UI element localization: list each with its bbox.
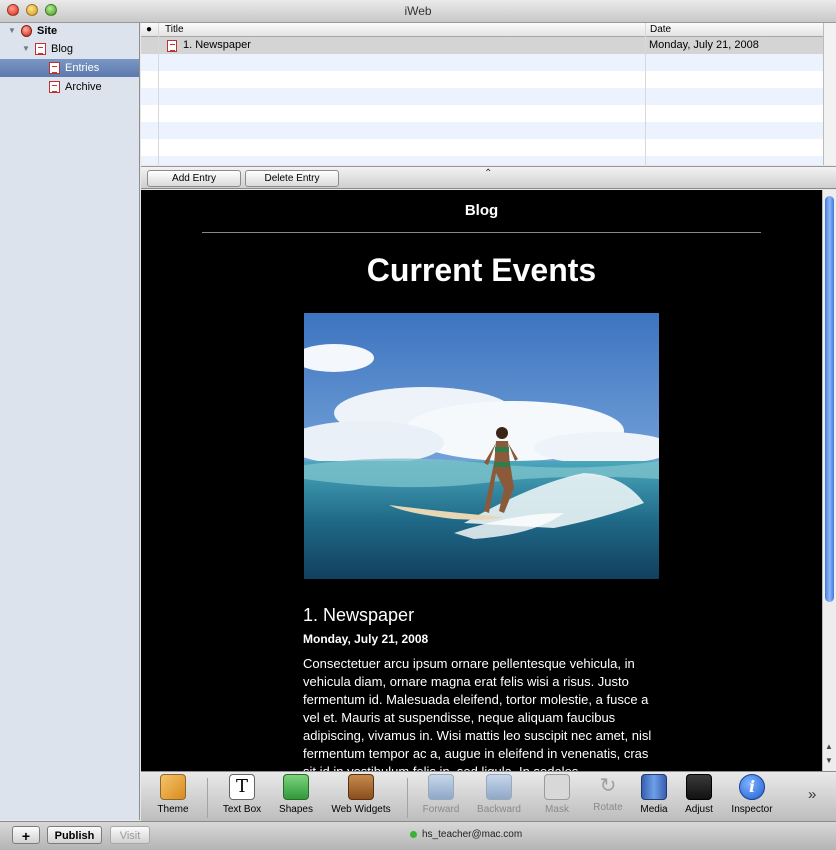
account-status: hs_teacher@mac.com (410, 829, 523, 840)
bottom-bar: + Publish Visit hs_teacher@mac.com (0, 821, 836, 850)
sidebar-item-label: Entries (65, 62, 100, 74)
adjust-label: Adjust (685, 804, 713, 815)
sidebar-item-archive[interactable]: Archive (0, 78, 139, 96)
theme-label: Theme (157, 804, 189, 815)
backward-button[interactable]: Backward (469, 774, 529, 815)
scroll-up-arrow-icon[interactable]: ▲ (825, 742, 833, 751)
visit-button[interactable]: Visit (110, 826, 150, 844)
canvas-scrollbar[interactable]: ▲ ▼ (822, 190, 836, 771)
empty-row (141, 156, 823, 165)
shapes-button[interactable]: Shapes (266, 774, 326, 815)
sidebar-item-label: Blog (51, 43, 74, 55)
entries-page-icon (49, 62, 60, 74)
adjust-icon (686, 774, 712, 800)
heading-divider (202, 232, 761, 233)
shapes-label: Shapes (279, 804, 313, 815)
table-header: ● Title Date (141, 23, 823, 37)
sidebar-item-site[interactable]: ▼ Site (0, 22, 139, 40)
entry-button-bar: Add Entry Delete Entry ⌃ (141, 166, 836, 189)
toolbar-separator (207, 778, 208, 818)
empty-row (141, 71, 823, 88)
info-icon: i (739, 774, 765, 800)
send-backward-icon (486, 774, 512, 800)
add-entry-button[interactable]: Add Entry (147, 170, 241, 187)
toolbar-overflow-icon[interactable]: » (808, 786, 816, 803)
shapes-icon (283, 774, 309, 800)
disclosure-triangle-icon[interactable]: ▼ (22, 40, 30, 58)
forward-button[interactable]: Forward (411, 774, 471, 815)
pane-toggle-icon[interactable]: ⌃ (484, 168, 492, 179)
page-title[interactable]: Current Events (141, 252, 822, 289)
web-widgets-icon (348, 774, 374, 800)
web-widgets-label: Web Widgets (331, 804, 391, 815)
column-header-title[interactable]: Title (165, 23, 184, 36)
blog-heading[interactable]: Blog (141, 202, 822, 219)
online-status-icon (410, 831, 417, 838)
rotate-icon: ↻ (599, 775, 617, 797)
text-box-button[interactable]: T Text Box (212, 774, 272, 815)
entry-date[interactable]: Monday, July 21, 2008 (303, 632, 428, 646)
theme-icon (160, 774, 186, 800)
mask-icon (544, 774, 570, 800)
column-divider (645, 23, 646, 165)
entries-table: ● Title Date 1. Newspaper Monday, July 2… (141, 23, 823, 165)
account-email: hs_teacher@mac.com (422, 829, 523, 840)
blog-page-icon (35, 43, 46, 55)
archive-page-icon (49, 81, 60, 93)
window-titlebar: iWeb (0, 0, 836, 23)
main-toolbar: Theme T Text Box Shapes Web Widgets Forw… (141, 771, 836, 821)
empty-row (141, 139, 823, 156)
delete-entry-button[interactable]: Delete Entry (245, 170, 339, 187)
sort-dot-icon[interactable]: ● (146, 23, 152, 36)
text-box-label: Text Box (222, 804, 262, 815)
add-page-button[interactable]: + (12, 826, 40, 844)
empty-row (141, 88, 823, 105)
media-icon (641, 774, 667, 800)
table-row[interactable]: 1. Newspaper Monday, July 21, 2008 (141, 37, 823, 54)
sidebar-item-label: Archive (65, 81, 102, 93)
adjust-button[interactable]: Adjust (669, 774, 729, 815)
table-scrollbar[interactable] (823, 23, 836, 165)
disclosure-triangle-icon[interactable]: ▼ (8, 22, 16, 40)
column-header-date[interactable]: Date (650, 23, 671, 36)
entry-title[interactable]: 1. Newspaper (303, 605, 414, 626)
forward-label: Forward (422, 804, 460, 815)
site-globe-icon (21, 25, 32, 37)
entry-date-cell: Monday, July 21, 2008 (649, 39, 759, 51)
inspector-label: Inspector (731, 804, 773, 815)
surfer-photo[interactable] (304, 313, 659, 579)
backward-label: Backward (477, 804, 521, 815)
bring-forward-icon (428, 774, 454, 800)
entry-body-text[interactable]: Consectetuer arcu ipsum ornare pellentes… (303, 655, 663, 771)
scroll-down-arrow-icon[interactable]: ▼ (825, 756, 833, 765)
empty-row (141, 105, 823, 122)
sidebar-item-label: Site (37, 25, 58, 37)
publish-button[interactable]: Publish (47, 826, 102, 844)
inspector-button[interactable]: i Inspector (722, 774, 782, 815)
site-sidebar: ▼ Site ▼ Blog Entries Archive (0, 23, 140, 820)
sidebar-item-blog[interactable]: ▼ Blog (0, 40, 139, 58)
entry-page-icon (167, 40, 177, 52)
web-widgets-button[interactable]: Web Widgets (331, 774, 391, 815)
sidebar-item-entries[interactable]: Entries (0, 59, 139, 77)
empty-row (141, 122, 823, 139)
entry-title-cell: 1. Newspaper (183, 39, 251, 51)
empty-row (141, 54, 823, 71)
toolbar-separator (407, 778, 408, 818)
page-canvas[interactable]: Blog Current Events 1. Newspaper Monday,… (141, 190, 822, 771)
column-divider (158, 23, 159, 165)
window-title: iWeb (404, 4, 432, 18)
text-box-icon: T (229, 774, 255, 800)
theme-button[interactable]: Theme (143, 774, 203, 815)
scrollbar-thumb[interactable] (825, 196, 834, 602)
